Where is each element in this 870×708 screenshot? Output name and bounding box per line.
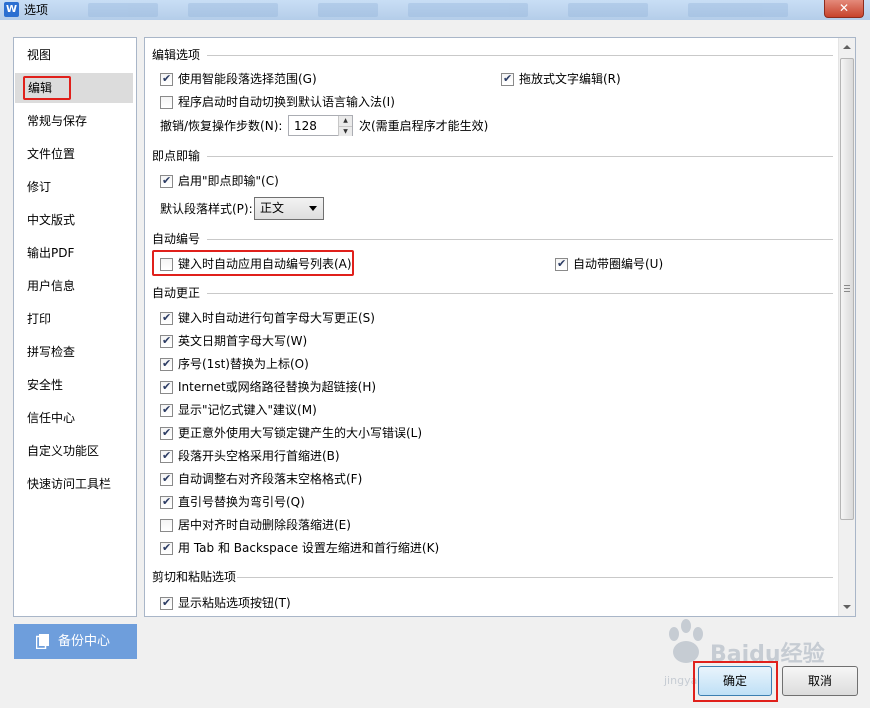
options-sidebar: 视图 编辑 常规与保存 文件位置 修订 中文版式 输出PDF 用户信息 打印 拼… [13,37,137,617]
sidebar-item-file-location[interactable]: 文件位置 [14,139,136,169]
sidebar-item-general-save[interactable]: 常规与保存 [14,106,136,136]
highlight-box [23,76,71,100]
section-divider [207,156,833,157]
checkbox-label: 显示粘贴选项按钮(T) [178,596,291,610]
undo-steps-value: 128 [294,119,317,133]
checkbox-label: 显示"记忆式键入"建议(M) [178,403,317,417]
checkbox-box [160,472,173,486]
checkbox-box [501,72,514,86]
sidebar-item-quick-access-toolbar[interactable]: 快速访问工具栏 [14,469,136,499]
checkbox-box [160,380,173,394]
default-paragraph-style-label: 默认段落样式(P): [160,202,253,216]
checkbox-label: 段落开头空格采用行首缩进(B) [178,449,340,463]
checkbox-box [160,519,173,532]
checkbox-box [160,258,173,271]
checkbox-box [555,257,568,271]
checkbox-label: 自动调整右对齐段落末空格格式(F) [178,472,363,486]
checkbox-box [160,334,173,348]
checkbox-label: 用 Tab 和 Backspace 设置左缩进和首行缩进(K) [178,541,440,555]
checkbox-box [160,495,173,509]
checkbox-box [160,72,173,86]
grip-icon [844,285,850,292]
chevron-down-icon [309,206,317,211]
checkbox-box [160,174,173,188]
checkbox-label: 程序启动时自动切换到默认语言输入法(I) [178,95,395,109]
sidebar-item-spell-check[interactable]: 拼写检查 [14,337,136,367]
default-paragraph-style-select[interactable]: 正文 [254,197,324,220]
checkbox-box [160,426,173,440]
section-divider [237,577,833,578]
scroll-down-icon[interactable] [843,605,851,609]
sidebar-item-print[interactable]: 打印 [14,304,136,334]
checkbox-label: 键入时自动进行句首字母大写更正(S) [178,311,375,325]
checkbox-box [160,357,173,371]
sidebar-item-revision[interactable]: 修订 [14,172,136,202]
cancel-button[interactable]: 取消 [782,666,858,696]
checkbox-label: 英文日期首字母大写(W) [178,334,308,348]
spin-down-icon[interactable]: ▼ [338,126,352,136]
backup-icon [36,634,49,649]
scroll-up-icon[interactable] [843,45,851,49]
checkbox-label: 序号(1st)替换为上标(O) [178,357,309,371]
section-divider [207,293,833,294]
undo-steps-label: 撤销/恢复操作步数(N): [160,119,283,133]
close-button[interactable]: ✕ [824,0,864,18]
checkbox-label: 直引号替换为弯引号(Q) [178,495,305,509]
title-bar: W 选项 ✕ [0,0,870,20]
checkbox-box [160,96,173,109]
window-title: 选项 [24,3,49,17]
checkbox-label: 使用智能段落选择范围(G) [178,72,317,86]
checkbox-box [160,403,173,417]
checkbox-box [160,449,173,463]
spin-up-icon[interactable]: ▲ [338,116,352,126]
vertical-scrollbar[interactable] [838,38,855,616]
backup-center-label: 备份中心 [58,634,111,649]
checkbox-box [160,596,173,610]
section-title-auto-numbering: 自动编号 [152,232,201,246]
section-title-edit-options: 编辑选项 [152,48,201,62]
section-title-click-and-type: 即点即输 [152,149,201,163]
checkbox-label: 启用"即点即输"(C) [178,174,279,188]
background-tabs [78,0,808,20]
undo-steps-spinner[interactable]: 128 ▲ ▼ [288,115,353,136]
section-divider [207,239,833,240]
section-title-auto-correct: 自动更正 [152,286,201,300]
sidebar-item-security[interactable]: 安全性 [14,370,136,400]
scrollbar-thumb[interactable] [840,58,854,520]
dropdown-value: 正文 [260,201,285,215]
sidebar-item-user-info[interactable]: 用户信息 [14,271,136,301]
sidebar-item-trust-center[interactable]: 信任中心 [14,403,136,433]
backup-center-button[interactable]: 备份中心 [14,624,137,659]
checkbox-box [160,541,173,555]
sidebar-item-export-pdf[interactable]: 输出PDF [14,238,136,268]
checkbox-box [160,311,173,325]
wps-writer-icon: W [4,2,19,17]
checkbox-label: 更正意外使用大写锁定键产生的大小写错误(L) [178,426,423,440]
highlight-box [693,661,778,702]
checkbox-label: Internet或网络路径替换为超链接(H) [178,380,377,394]
sidebar-item-chinese-layout[interactable]: 中文版式 [14,205,136,235]
checkbox-label: 键入时自动应用自动编号列表(A) [178,257,352,271]
checkbox-label: 拖放式文字编辑(R) [519,72,621,86]
checkbox-label: 居中对齐时自动删除段落缩进(E) [178,518,351,532]
sidebar-item-edit[interactable]: 编辑 [15,73,133,103]
sidebar-item-customize-ribbon[interactable]: 自定义功能区 [14,436,136,466]
sidebar-item-view[interactable]: 视图 [14,40,136,70]
undo-steps-note: 次(需重启程序才能生效) [359,119,489,133]
checkbox-label: 自动带圈编号(U) [573,257,664,271]
edit-options-panel: 编辑选项 使用智能段落选择范围(G) 拖放式文字编辑(R) 程序启动时自动切换到… [144,37,856,617]
section-divider [207,55,833,56]
section-title-cut-paste: 剪切和粘贴选项 [152,570,237,584]
